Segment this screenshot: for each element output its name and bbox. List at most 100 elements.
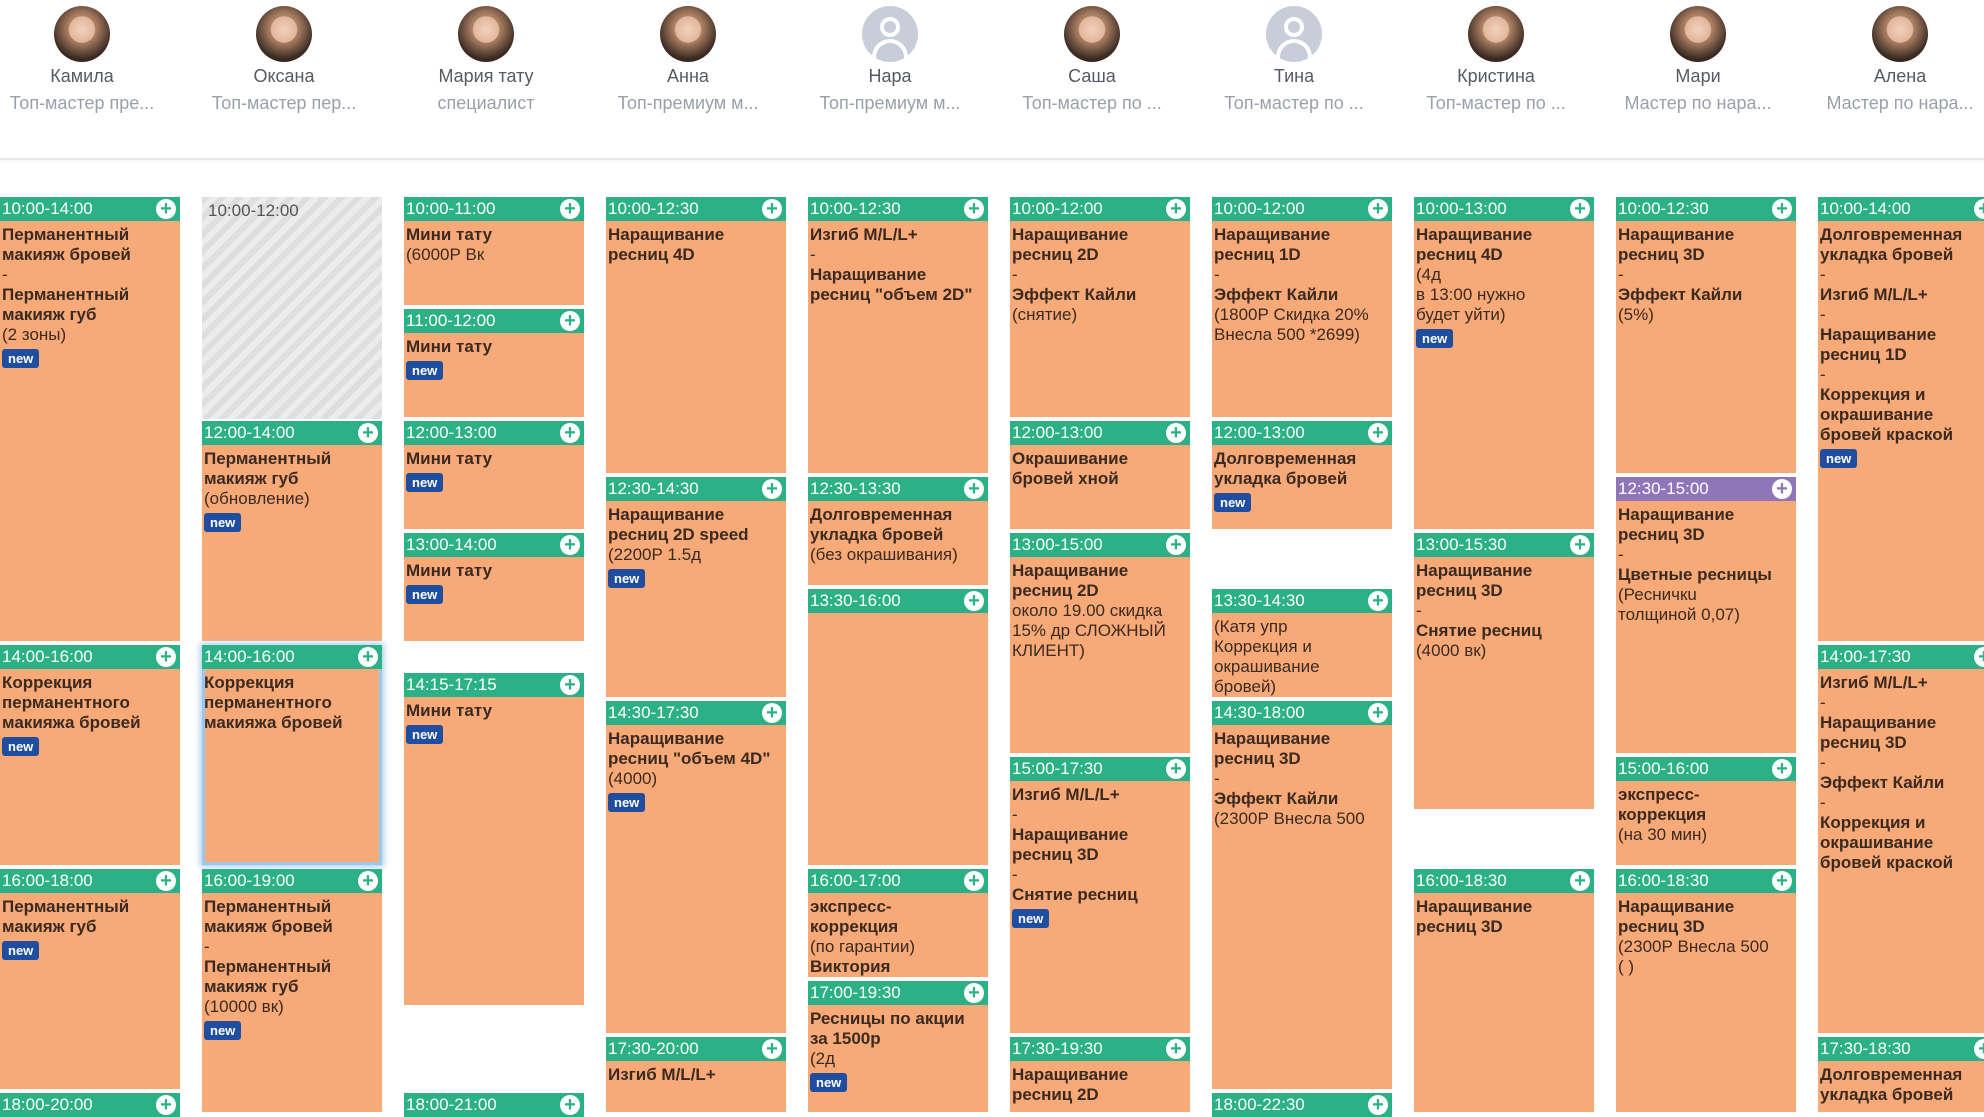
add-icon[interactable]: + — [156, 1095, 176, 1115]
appointment-time-bar[interactable]: 14:00-16:00 + — [202, 645, 382, 669]
appointment-time-bar[interactable]: 10:00-11:00 + — [404, 197, 584, 221]
appointment-time-bar[interactable]: 18:00-20:00 + — [0, 1093, 180, 1117]
add-icon[interactable]: + — [1974, 1039, 1984, 1059]
appointment-time-bar[interactable]: 10:00-14:00 + — [0, 197, 180, 221]
add-icon[interactable]: + — [1974, 647, 1984, 667]
appointment-card[interactable]: 17:30-19:30 + Наращивание ресниц 2D — [1010, 1037, 1190, 1112]
appointment-card[interactable]: 16:00-17:00 + экспресс-коррекция (по гарант… — [808, 869, 988, 977]
appointment-card[interactable]: 14:15-17:15 + Мини тату new — [404, 673, 584, 1005]
appointment-time-bar[interactable]: 13:00-15:00 + — [1010, 533, 1190, 557]
avatar[interactable] — [660, 6, 716, 62]
appointment-card[interactable]: 14:00-17:30+Изгиб M/L/L+-Наращиваниересн… — [1818, 645, 1984, 1033]
appointment-time-bar[interactable]: 14:00-17:30 + — [1818, 645, 1984, 669]
add-icon[interactable]: + — [1166, 199, 1186, 219]
add-icon[interactable]: + — [560, 423, 580, 443]
add-icon[interactable]: + — [964, 199, 984, 219]
add-icon[interactable]: + — [762, 479, 782, 499]
appointment-card[interactable]: 12:00-14:00 + Перманентный макияж губ (обнов… — [202, 421, 382, 641]
appointment-card[interactable]: 10:00-12:30 + Наращивание ресниц 4D — [606, 197, 786, 473]
avatar[interactable] — [458, 6, 514, 62]
appointment-time-bar[interactable]: 17:30-20:00 + — [606, 1037, 786, 1061]
appointment-time-bar[interactable]: 16:00-18:30 + — [1414, 869, 1594, 893]
appointment-card[interactable]: 12:00-13:00 + Долговременная укладка бровей… — [1212, 421, 1392, 529]
appointment-card[interactable]: 16:00-18:00 + Перманентный макияж губ new — [0, 869, 180, 1089]
staff-column-header[interactable]: Мария тату специалист — [387, 0, 585, 158]
staff-column-header[interactable]: Камила Топ-мастер пре... — [0, 0, 181, 158]
avatar[interactable] — [1468, 6, 1524, 62]
appointment-card[interactable]: 12:30-14:30 + Наращивание ресниц 2D speed (2… — [606, 477, 786, 697]
add-icon[interactable]: + — [964, 591, 984, 611]
avatar[interactable] — [1872, 6, 1928, 62]
add-icon[interactable]: + — [1772, 759, 1792, 779]
appointment-time-bar[interactable]: 14:30-18:00 + — [1212, 701, 1392, 725]
add-icon[interactable]: + — [1368, 591, 1388, 611]
add-icon[interactable]: + — [964, 479, 984, 499]
staff-column-header[interactable]: Мари Мастер по нара... — [1599, 0, 1797, 158]
appointment-card[interactable]: 17:00-19:30 + Ресницы по акции за 1500р (2д n… — [808, 981, 988, 1112]
appointment-time-bar[interactable]: 10:00-12:30 + — [808, 197, 988, 221]
avatar[interactable] — [1064, 6, 1120, 62]
add-icon[interactable]: + — [1772, 199, 1792, 219]
add-icon[interactable]: + — [964, 983, 984, 1003]
appointment-time-bar[interactable]: 14:15-17:15 + — [404, 673, 584, 697]
avatar[interactable] — [1670, 6, 1726, 62]
add-icon[interactable]: + — [1570, 871, 1590, 891]
add-icon[interactable]: + — [560, 199, 580, 219]
appointment-card[interactable]: 13:00-15:30 + Наращивание ресниц 3D - Снятие … — [1414, 533, 1594, 809]
add-icon[interactable]: + — [358, 423, 378, 443]
appointment-card[interactable]: 10:00-12:30 + Наращивание ресниц 3D - Эффект … — [1616, 197, 1796, 473]
appointment-card[interactable]: 17:30-18:30+Долговременнаяукладка бровей — [1818, 1037, 1984, 1112]
appointment-time-bar[interactable]: 12:00-13:00 + — [404, 421, 584, 445]
appointment-time-bar[interactable]: 10:00-12:30 + — [606, 197, 786, 221]
appointment-card[interactable]: 10:00-11:00 + Мини тату (6000Р Вк — [404, 197, 584, 305]
add-icon[interactable]: + — [1166, 423, 1186, 443]
appointment-time-bar[interactable]: 13:00-14:00 + — [404, 533, 584, 557]
appointment-time-bar[interactable]: 10:00-12:00 + — [1212, 197, 1392, 221]
add-icon[interactable]: + — [1368, 199, 1388, 219]
add-icon[interactable]: + — [358, 647, 378, 667]
add-icon[interactable]: + — [358, 871, 378, 891]
appointment-card[interactable]: 13:00-15:00 + Наращивание ресниц 2D около 1… — [1010, 533, 1190, 753]
appointment-time-bar[interactable]: 16:00-18:30 + — [1616, 869, 1796, 893]
appointment-card[interactable]: 14:00-16:00 + Коррекция перманентного макияж… — [202, 645, 382, 865]
appointment-time-bar[interactable]: 16:00-19:00 + — [202, 869, 382, 893]
appointment-time-bar[interactable]: 12:00-13:00 + — [1212, 421, 1392, 445]
appointment-card[interactable]: 18:00-21:00 + — [404, 1093, 584, 1117]
add-icon[interactable]: + — [1166, 1039, 1186, 1059]
staff-column-header[interactable]: Анна Топ-премиум м... — [589, 0, 787, 158]
add-icon[interactable]: + — [1772, 479, 1792, 499]
add-icon[interactable]: + — [560, 675, 580, 695]
add-icon[interactable]: + — [560, 311, 580, 331]
appointment-card[interactable]: 10:00-14:00 + Перманентный макияж бровей - Пе… — [0, 197, 180, 641]
appointment-card[interactable]: 10:00-12:30 + Изгиб M/L/L+ - Наращивание ресн… — [808, 197, 988, 473]
user-placeholder-icon[interactable] — [862, 6, 918, 62]
staff-column-header[interactable]: Нара Топ-премиум м... — [791, 0, 989, 158]
appointment-time-bar[interactable]: 12:30-15:00 + — [1616, 477, 1796, 501]
appointment-time-bar[interactable]: 13:30-14:30 + — [1212, 589, 1392, 613]
add-icon[interactable]: + — [156, 647, 176, 667]
appointment-card[interactable]: 17:30-20:00 + Изгиб M/L/L+ — [606, 1037, 786, 1112]
appointment-card[interactable]: 13:30-16:00 + — [808, 589, 988, 865]
staff-column-header[interactable]: Оксана Топ-мастер пер... — [185, 0, 383, 158]
appointment-time-bar[interactable]: 13:00-15:30 + — [1414, 533, 1594, 557]
add-icon[interactable]: + — [762, 703, 782, 723]
appointment-time-bar[interactable]: 18:00-21:00 + — [404, 1093, 584, 1117]
appointment-card[interactable]: 12:00-13:00 + Окрашивание бровей хной — [1010, 421, 1190, 529]
add-icon[interactable]: + — [1368, 1095, 1388, 1115]
add-icon[interactable]: + — [762, 1039, 782, 1059]
appointment-time-bar[interactable]: 12:30-14:30 + — [606, 477, 786, 501]
appointment-time-bar[interactable]: 14:00-16:00 + — [0, 645, 180, 669]
appointment-time-bar[interactable]: 18:00-22:30 + — [1212, 1093, 1392, 1117]
appointment-card[interactable]: 13:00-14:00 + Мини тату new — [404, 533, 584, 641]
appointment-time-bar[interactable]: 16:00-17:00 + — [808, 869, 988, 893]
appointment-card[interactable]: 16:00-18:30 + Наращивание ресниц 3D (2300Р В… — [1616, 869, 1796, 1112]
avatar[interactable] — [256, 6, 312, 62]
appointment-time-bar[interactable]: 10:00-12:00 + — [1010, 197, 1190, 221]
appointment-card[interactable]: 13:30-14:30 + (Катя упр Коррекция и окрашива… — [1212, 589, 1392, 697]
appointment-card[interactable]: 12:30-13:30 + Долговременная укладка бровей… — [808, 477, 988, 585]
staff-column-header[interactable]: Саша Топ-мастер по ... — [993, 0, 1191, 158]
appointment-card[interactable]: 11:00-12:00 + Мини тату new — [404, 309, 584, 417]
appointment-card[interactable]: 18:00-20:00 + — [0, 1093, 180, 1117]
appointment-card[interactable]: 12:30-15:00 + Наращивание ресниц 3D - Цветные… — [1616, 477, 1796, 753]
appointment-time-bar[interactable]: 12:30-13:30 + — [808, 477, 988, 501]
